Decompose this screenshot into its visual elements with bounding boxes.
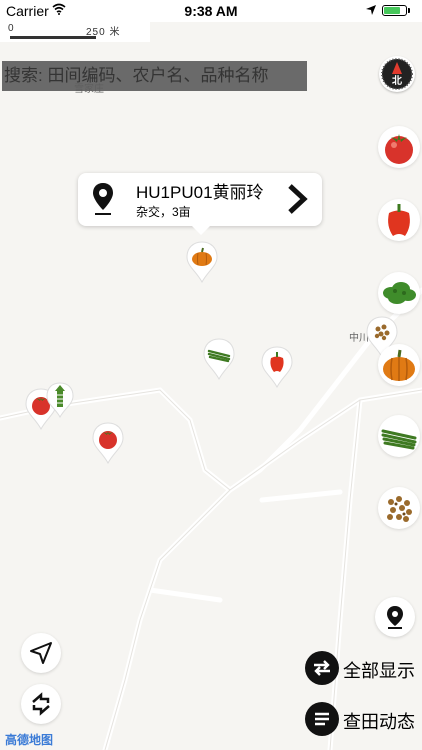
location-pin-icon [93,183,113,215]
filter-pepper-button[interactable] [378,199,420,241]
compass-button[interactable]: 北 [379,56,415,92]
field-title: HU1PU01黄丽玲 [136,183,264,202]
crop-marker-green-bean[interactable] [203,338,235,380]
locate-me-button[interactable] [21,633,61,673]
search-input[interactable] [2,61,307,91]
filter-tomato-button[interactable] [378,126,420,168]
scale-zero-label: 0 [8,23,14,34]
green-bean-icon [207,349,231,363]
field-subtitle: 杂交，3亩 [136,205,191,219]
seed-icon [374,324,390,341]
show-all-label: 全部显示 [343,661,415,681]
crop-marker-pepper[interactable] [261,346,293,388]
field-location-button[interactable] [375,597,415,637]
filter-leafy-greens-button[interactable] [378,272,420,314]
scale-bar [10,36,96,39]
field-updates-label: 查田动态 [343,712,415,732]
filter-pumpkin-button[interactable] [378,344,420,386]
leafy-greens-icon [383,282,416,304]
refresh-icon [32,692,50,716]
battery-level [384,7,400,14]
green-bean-icon [381,429,417,450]
crop-marker-tomato[interactable] [92,422,124,464]
status-bar: Carrier 9:38 AM [0,0,422,22]
search-bar [2,61,307,91]
chevron-right-icon[interactable] [286,183,310,215]
pumpkin-icon [383,349,415,381]
tomato-icon [99,431,117,449]
crop-marker-pumpkin[interactable] [186,241,218,283]
seed-icon [387,496,412,522]
popup-pointer [191,225,211,235]
compass-north-label: 北 [392,76,402,87]
refresh-button[interactable] [21,684,61,724]
battery-icon [382,5,407,16]
corn-icon [55,385,65,407]
tomato-icon [385,134,413,164]
show-all-icon-circle [305,651,339,685]
filter-seed-button[interactable] [378,487,420,529]
battery-tip [408,8,410,13]
pepper-icon [270,352,284,372]
field-updates-icon-circle [305,702,339,736]
crop-marker-corn[interactable] [46,382,74,418]
map-scale: 0 250 米 [0,22,150,42]
pumpkin-icon [192,247,212,266]
navigation-arrow-icon [30,642,52,664]
location-pin-icon [387,606,403,629]
swap-arrows-icon [314,660,330,676]
show-all-button[interactable]: 全部显示 [305,651,420,685]
field-updates-button[interactable]: 查田动态 [305,702,420,736]
pepper-icon [388,204,410,236]
clock-label: 9:38 AM [184,3,238,19]
location-services-icon [366,5,376,15]
filter-green-bean-button[interactable] [378,415,420,457]
field-info-popup[interactable]: HU1PU01黄丽玲 杂交，3亩 [78,173,322,226]
amap-logo: 高德地图 [5,733,54,747]
list-icon [315,712,329,726]
